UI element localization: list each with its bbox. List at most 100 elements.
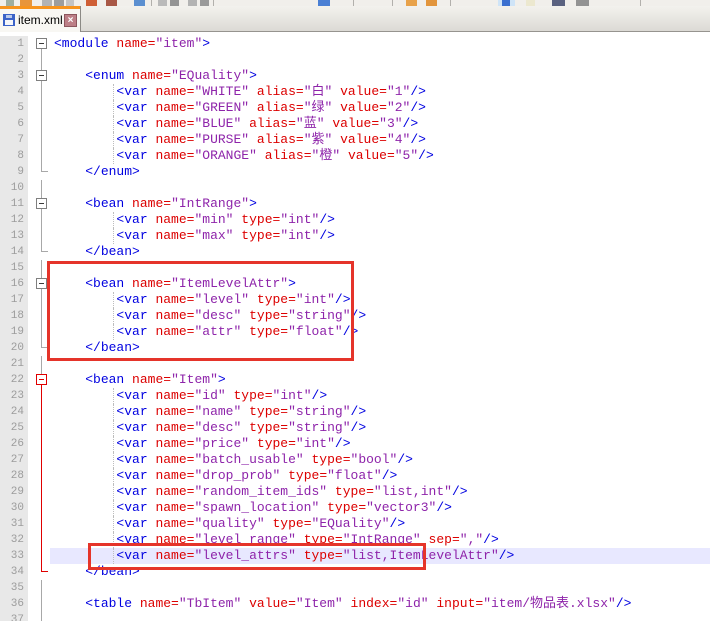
editor-code-area[interactable]: 1<module name="item">23 <enum name="EQua… — [0, 32, 710, 621]
fold-toggle-icon[interactable] — [36, 38, 47, 49]
code-line[interactable]: 23 <var name="id" type="int"/> — [0, 388, 710, 404]
line-number[interactable]: 11 — [0, 196, 28, 212]
code-text: <enum name="EQuality"> — [50, 68, 710, 84]
tab-item-xml[interactable]: item.xml × — [0, 6, 81, 32]
line-number[interactable]: 34 — [0, 564, 28, 580]
line-number[interactable]: 37 — [0, 612, 28, 621]
line-number[interactable]: 28 — [0, 468, 28, 484]
code-line[interactable]: 29 <var name="random_item_ids" type="lis… — [0, 484, 710, 500]
line-number[interactable]: 27 — [0, 452, 28, 468]
code-text: <var name="id" type="int"/> — [50, 388, 710, 404]
code-line[interactable]: 11 <bean name="IntRange"> — [0, 196, 710, 212]
code-line[interactable]: 30 <var name="spawn_location" type="vect… — [0, 500, 710, 516]
line-number[interactable]: 21 — [0, 356, 28, 372]
fold-toggle-icon[interactable] — [36, 278, 47, 289]
code-line[interactable]: 35 — [0, 580, 710, 596]
code-line[interactable]: 28 <var name="drop_prob" type="float"/> — [0, 468, 710, 484]
code-line[interactable]: 31 <var name="quality" type="EQuality"/> — [0, 516, 710, 532]
line-number[interactable]: 16 — [0, 276, 28, 292]
code-line[interactable]: 33 <var name="level_attrs" type="list,It… — [0, 548, 710, 564]
code-line[interactable]: 10 — [0, 180, 710, 196]
line-number[interactable]: 22 — [0, 372, 28, 388]
code-text — [50, 260, 710, 276]
code-text: <var name="level_attrs" type="list,ItemL… — [50, 548, 710, 564]
code-lines: 1<module name="item">23 <enum name="EQua… — [0, 36, 710, 621]
code-line[interactable]: 20 </bean> — [0, 340, 710, 356]
code-text — [50, 612, 710, 621]
line-number[interactable]: 14 — [0, 244, 28, 260]
fold-toggle-icon[interactable] — [36, 70, 47, 81]
code-line[interactable]: 26 <var name="price" type="int"/> — [0, 436, 710, 452]
code-line[interactable]: 32 <var name="level_range" type="IntRang… — [0, 532, 710, 548]
code-line[interactable]: 9 </enum> — [0, 164, 710, 180]
code-line[interactable]: 4 <var name="WHITE" alias="白" value="1"/… — [0, 84, 710, 100]
line-number[interactable]: 32 — [0, 532, 28, 548]
line-number[interactable]: 17 — [0, 292, 28, 308]
line-number[interactable]: 31 — [0, 516, 28, 532]
code-line[interactable]: 5 <var name="GREEN" alias="绿" value="2"/… — [0, 100, 710, 116]
code-line[interactable]: 21 — [0, 356, 710, 372]
line-number[interactable]: 3 — [0, 68, 28, 84]
line-number[interactable]: 10 — [0, 180, 28, 196]
code-line[interactable]: 2 — [0, 52, 710, 68]
fold-margin — [28, 436, 50, 452]
line-number[interactable]: 19 — [0, 324, 28, 340]
code-line[interactable]: 14 </bean> — [0, 244, 710, 260]
line-number[interactable]: 20 — [0, 340, 28, 356]
code-line[interactable]: 37 — [0, 612, 710, 621]
code-line[interactable]: 25 <var name="desc" type="string"/> — [0, 420, 710, 436]
line-number[interactable]: 2 — [0, 52, 28, 68]
fold-margin — [28, 404, 50, 420]
line-number[interactable]: 36 — [0, 596, 28, 612]
code-line[interactable]: 34 </bean> — [0, 564, 710, 580]
line-number[interactable]: 5 — [0, 100, 28, 116]
line-number[interactable]: 1 — [0, 36, 28, 52]
code-line[interactable]: 19 <var name="attr" type="float"/> — [0, 324, 710, 340]
line-number[interactable]: 23 — [0, 388, 28, 404]
code-line[interactable]: 3 <enum name="EQuality"> — [0, 68, 710, 84]
line-number[interactable]: 4 — [0, 84, 28, 100]
code-text: <table name="TbItem" value="Item" index=… — [50, 596, 710, 612]
fold-margin — [28, 596, 50, 612]
fold-margin — [28, 276, 50, 292]
line-number[interactable]: 25 — [0, 420, 28, 436]
fold-toggle-icon[interactable] — [36, 374, 47, 385]
line-number[interactable]: 30 — [0, 500, 28, 516]
code-line[interactable]: 24 <var name="name" type="string"/> — [0, 404, 710, 420]
fold-margin — [28, 564, 50, 580]
line-number[interactable]: 35 — [0, 580, 28, 596]
code-line[interactable]: 17 <var name="level" type="int"/> — [0, 292, 710, 308]
line-number[interactable]: 9 — [0, 164, 28, 180]
line-number[interactable]: 15 — [0, 260, 28, 276]
fold-margin — [28, 116, 50, 132]
line-number[interactable]: 26 — [0, 436, 28, 452]
fold-margin — [28, 340, 50, 356]
fold-margin — [28, 260, 50, 276]
line-number[interactable]: 8 — [0, 148, 28, 164]
line-number[interactable]: 7 — [0, 132, 28, 148]
code-line[interactable]: 6 <var name="BLUE" alias="蓝" value="3"/> — [0, 116, 710, 132]
code-line[interactable]: 18 <var name="desc" type="string"/> — [0, 308, 710, 324]
code-line[interactable]: 27 <var name="batch_usable" type="bool"/… — [0, 452, 710, 468]
code-line[interactable]: 12 <var name="min" type="int"/> — [0, 212, 710, 228]
code-line[interactable]: 22 <bean name="Item"> — [0, 372, 710, 388]
code-text: <var name="ORANGE" alias="橙" value="5"/> — [50, 148, 710, 164]
line-number[interactable]: 12 — [0, 212, 28, 228]
line-number[interactable]: 29 — [0, 484, 28, 500]
fold-margin — [28, 500, 50, 516]
code-line[interactable]: 36 <table name="TbItem" value="Item" ind… — [0, 596, 710, 612]
code-line[interactable]: 13 <var name="max" type="int"/> — [0, 228, 710, 244]
fold-toggle-icon[interactable] — [36, 198, 47, 209]
line-number[interactable]: 24 — [0, 404, 28, 420]
code-line[interactable]: 1<module name="item"> — [0, 36, 710, 52]
code-text — [50, 580, 710, 596]
code-line[interactable]: 15 — [0, 260, 710, 276]
line-number[interactable]: 6 — [0, 116, 28, 132]
line-number[interactable]: 33 — [0, 548, 28, 564]
line-number[interactable]: 13 — [0, 228, 28, 244]
tab-close-icon[interactable]: × — [64, 14, 77, 27]
line-number[interactable]: 18 — [0, 308, 28, 324]
code-line[interactable]: 8 <var name="ORANGE" alias="橙" value="5"… — [0, 148, 710, 164]
code-line[interactable]: 7 <var name="PURSE" alias="紫" value="4"/… — [0, 132, 710, 148]
code-line[interactable]: 16 <bean name="ItemLevelAttr"> — [0, 276, 710, 292]
